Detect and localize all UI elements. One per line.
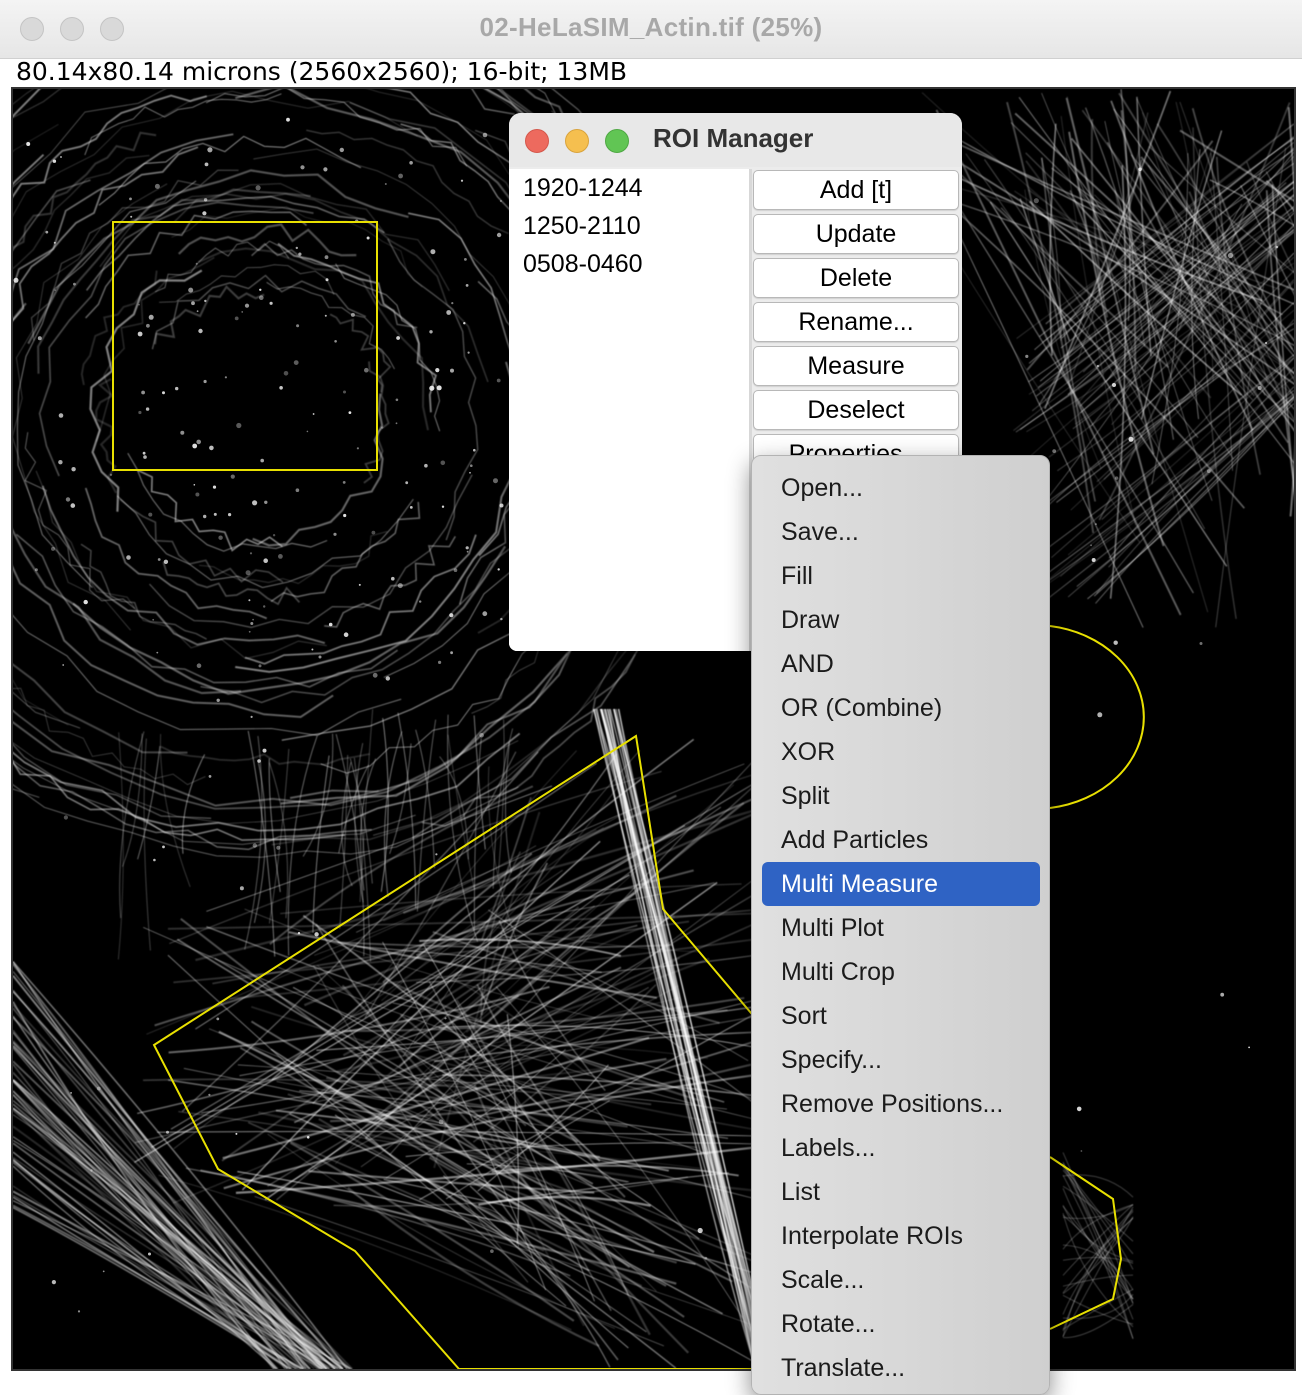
menu-item-sort[interactable]: Sort bbox=[762, 994, 1040, 1038]
menu-item-remove-positions[interactable]: Remove Positions... bbox=[762, 1082, 1040, 1126]
roi-manager-titlebar[interactable]: ROI Manager bbox=[509, 113, 962, 167]
deselect-button[interactable]: Deselect bbox=[753, 390, 959, 430]
menu-item-multi-crop[interactable]: Multi Crop bbox=[762, 950, 1040, 994]
menu-item-list[interactable]: List bbox=[762, 1170, 1040, 1214]
menu-item-or-combine[interactable]: OR (Combine) bbox=[762, 686, 1040, 730]
menu-item-add-particles[interactable]: Add Particles bbox=[762, 818, 1040, 862]
zoom-button[interactable] bbox=[605, 129, 629, 153]
menu-item-multi-plot[interactable]: Multi Plot bbox=[762, 906, 1040, 950]
menu-item-save[interactable]: Save... bbox=[762, 510, 1040, 554]
add-button[interactable]: Add [t] bbox=[753, 170, 959, 210]
delete-button[interactable]: Delete bbox=[753, 258, 959, 298]
menu-item-interpolate-rois[interactable]: Interpolate ROIs bbox=[762, 1214, 1040, 1258]
menu-item-xor[interactable]: XOR bbox=[762, 730, 1040, 774]
image-info-text: 80.14x80.14 microns (2560x2560); 16-bit;… bbox=[16, 57, 628, 86]
menu-item-open[interactable]: Open... bbox=[762, 466, 1040, 510]
minimize-button[interactable] bbox=[565, 129, 589, 153]
rename-button[interactable]: Rename... bbox=[753, 302, 959, 342]
measure-button[interactable]: Measure bbox=[753, 346, 959, 386]
more-context-menu: Open... Save... Fill Draw AND OR (Combin… bbox=[751, 455, 1050, 1395]
image-window-titlebar[interactable]: 02-HeLaSIM_Actin.tif (25%) bbox=[0, 0, 1302, 59]
menu-item-split[interactable]: Split bbox=[762, 774, 1040, 818]
menu-item-specify[interactable]: Specify... bbox=[762, 1038, 1040, 1082]
roi-list-item[interactable]: 1250-2110 bbox=[509, 207, 749, 245]
menu-item-rotate[interactable]: Rotate... bbox=[762, 1302, 1040, 1346]
roi-manager-title: ROI Manager bbox=[653, 123, 814, 153]
roi-list[interactable]: 1920-1244 1250-2110 0508-0460 bbox=[509, 169, 750, 651]
image-window-title: 02-HeLaSIM_Actin.tif (25%) bbox=[479, 12, 823, 42]
menu-item-scale[interactable]: Scale... bbox=[762, 1258, 1040, 1302]
close-button[interactable] bbox=[525, 129, 549, 153]
roi-list-item[interactable]: 1920-1244 bbox=[509, 169, 749, 207]
menu-item-fill[interactable]: Fill bbox=[762, 554, 1040, 598]
menu-item-and[interactable]: AND bbox=[762, 642, 1040, 686]
menu-item-draw[interactable]: Draw bbox=[762, 598, 1040, 642]
roi-list-item[interactable]: 0508-0460 bbox=[509, 245, 749, 283]
menu-item-labels[interactable]: Labels... bbox=[762, 1126, 1040, 1170]
menu-item-translate[interactable]: Translate... bbox=[762, 1346, 1040, 1390]
update-button[interactable]: Update bbox=[753, 214, 959, 254]
menu-item-multi-measure[interactable]: Multi Measure bbox=[762, 862, 1040, 906]
